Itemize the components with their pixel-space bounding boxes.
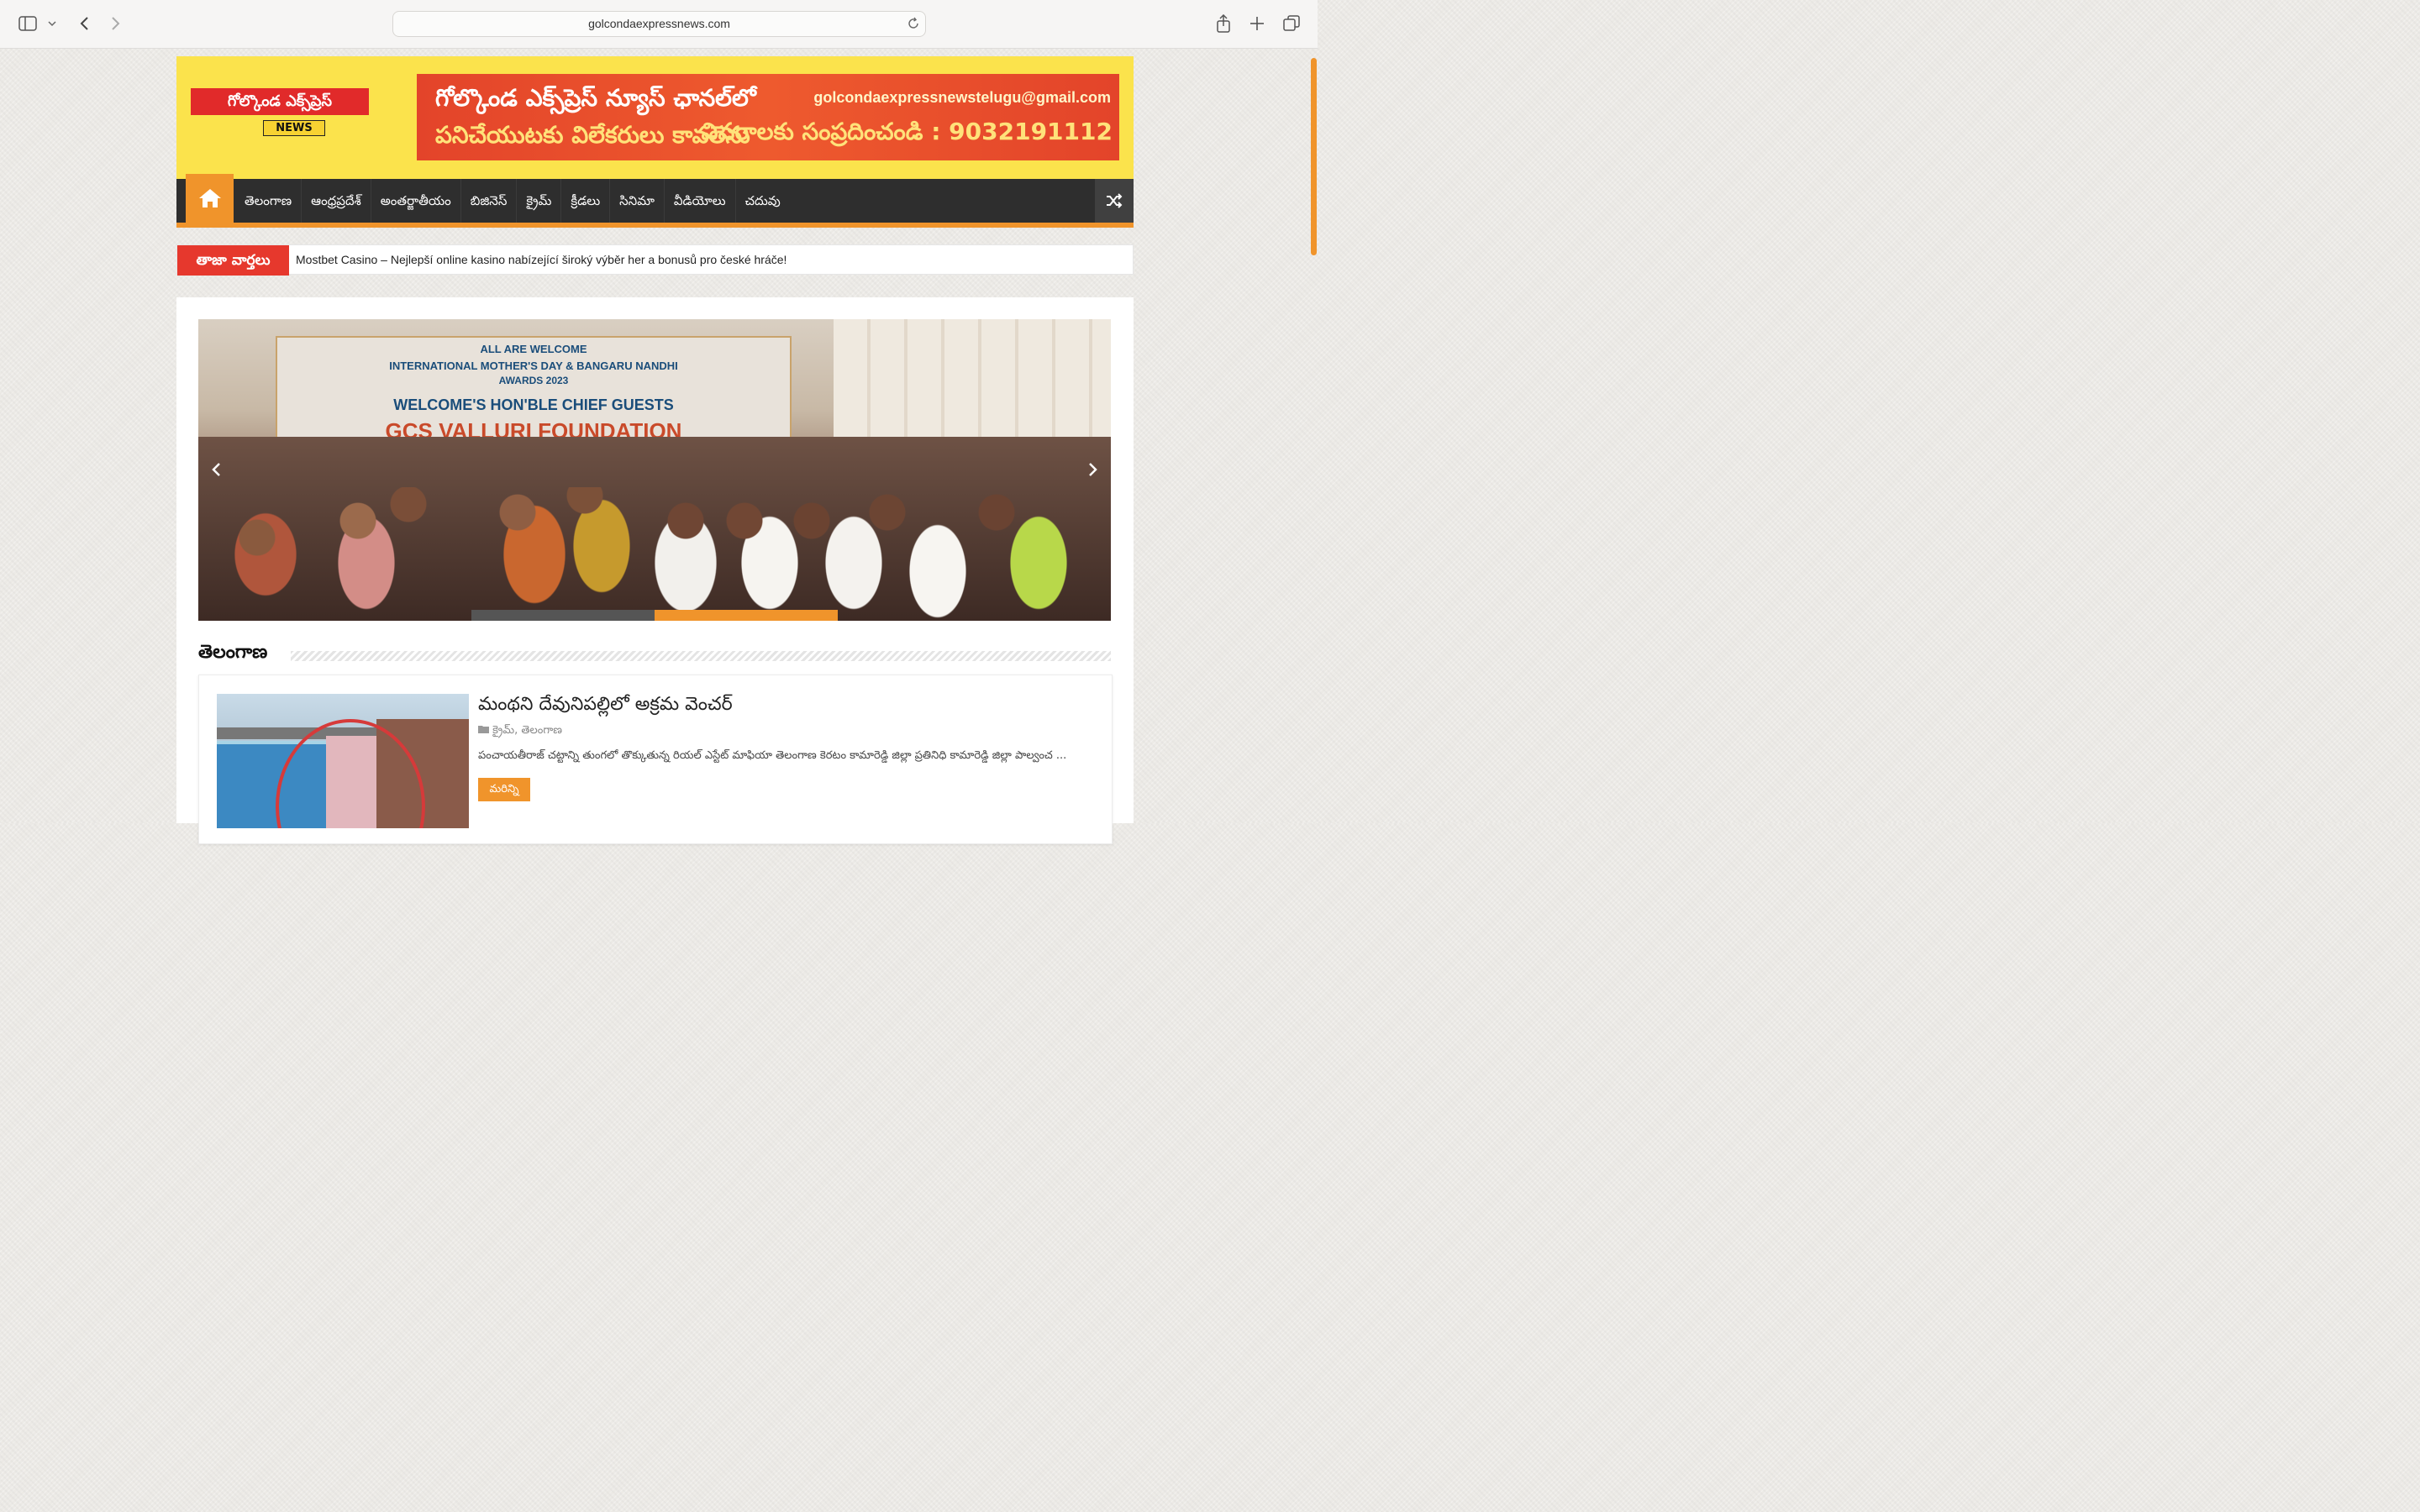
read-more-button[interactable]: మరిన్ని (478, 778, 530, 801)
logo-title: గోల్కొండ ఎక్స్‌ప్రెస్ (191, 88, 369, 115)
featured-slider[interactable]: ALL ARE WELCOME INTERNATIONAL MOTHER'S D… (198, 319, 1111, 621)
address-bar[interactable]: golcondaexpressnews.com (392, 11, 926, 37)
page-scrollbar[interactable] (1310, 48, 1318, 823)
scrollbar-thumb[interactable] (1311, 58, 1317, 255)
site-container: గోల్కొండ ఎక్స్‌ప్రెస్ NEWS గోల్కొండ ఎక్స… (176, 48, 1134, 844)
chevron-down-icon[interactable] (42, 12, 62, 35)
banner-phone: వివరాలకు సంప్రదించండి : 9032191112 (701, 118, 1113, 145)
nav-item-international[interactable]: అంతర్జాతీయం (371, 179, 461, 223)
nav-item-sports[interactable]: క్రీడలు (561, 179, 611, 223)
slider-prev-icon[interactable] (207, 460, 225, 479)
nav-menu: తెలంగాణ ఆంధ్రప్రదేశ్ అంతర్జాతీయం బిజినెస… (235, 179, 790, 223)
slider-dot-1[interactable] (471, 610, 655, 621)
backdrop-line2: INTERNATIONAL MOTHER'S DAY & BANGARU NAN… (389, 360, 678, 372)
nav-item-andhrapradesh[interactable]: ఆంధ్రప్రదేశ్ (302, 179, 371, 223)
section-title[interactable]: తెలంగాణ (198, 642, 276, 667)
url-text: golcondaexpressnews.com (588, 17, 730, 30)
shuffle-icon[interactable] (1095, 179, 1134, 223)
slider-next-icon[interactable] (1084, 460, 1102, 479)
ticker-label: తాజా వార్తలు (177, 245, 289, 276)
browser-toolbar: golcondaexpressnews.com (0, 0, 1318, 49)
post-categories[interactable]: క్రైమ్, తెలంగాణ (492, 724, 562, 737)
logo-news-label: NEWS (263, 120, 325, 136)
post-excerpt: పంచాయతీరాజ్ చట్టాన్ని తుంగలో తొక్కుతున్న… (478, 749, 1067, 762)
forward-icon[interactable] (104, 12, 128, 35)
header-ad-banner[interactable]: గోల్కొండ ఎక్స్‌ప్రెస్ న్యూస్ ఛానల్‌లో పన… (417, 74, 1119, 160)
slider-pagination (471, 610, 838, 621)
nav-item-business[interactable]: బిజినెస్ (461, 179, 518, 223)
backdrop-line4: WELCOME'S HON'BLE CHIEF GUESTS (393, 396, 674, 413)
slide-photo-faces (198, 487, 1111, 621)
ticker-headline[interactable]: Mostbet Casino – Nejlepší online kasino … (296, 245, 786, 275)
tabs-icon[interactable] (1280, 12, 1303, 35)
nav-item-telangana[interactable]: తెలంగాణ (235, 179, 302, 223)
back-icon[interactable] (72, 12, 96, 35)
home-icon[interactable] (186, 174, 234, 223)
main-content: ALL ARE WELCOME INTERNATIONAL MOTHER'S D… (176, 297, 1134, 844)
share-icon[interactable] (1212, 12, 1235, 35)
slide-photo-crowd (198, 437, 1111, 621)
site-logo[interactable]: గోల్కొండ ఎక్స్‌ప్రెస్ NEWS (191, 88, 369, 136)
backdrop-line3: AWARDS 2023 (498, 375, 569, 386)
site-header: గోల్కొండ ఎక్స్‌ప్రెస్ NEWS గోల్కొండ ఎక్స… (176, 56, 1134, 179)
section-header: తెలంగాణ (198, 642, 1111, 667)
nav-item-cinema[interactable]: సినిమా (610, 179, 665, 223)
nav-item-videos[interactable]: వీడియోలు (665, 179, 736, 223)
banner-line1: గోల్కొండ ఎక్స్‌ప్రెస్ న్యూస్ ఛానల్‌లో (435, 84, 756, 112)
post-meta: క్రైమ్, తెలంగాణ (478, 724, 562, 739)
sidebar-icon[interactable] (16, 12, 39, 35)
banner-email: golcondaexpressnewstelugu@gmail.com (813, 89, 1111, 106)
post-card: మంథని దేవునిపల్లిలో అక్రమ వెంచర్ క్రైమ్,… (198, 675, 1113, 844)
reload-icon[interactable] (907, 17, 920, 30)
post-thumbnail[interactable] (217, 694, 469, 828)
main-nav: తెలంగాణ ఆంధ్రప్రదేశ్ అంతర్జాతీయం బిజినెస… (176, 174, 1134, 228)
nav-item-crime[interactable]: క్రైమ్ (517, 179, 562, 223)
section-title-stripes (291, 651, 1111, 661)
folder-icon (478, 726, 489, 733)
post-title[interactable]: మంథని దేవునిపల్లిలో అక్రమ వెంచర్ (478, 694, 733, 719)
nav-item-education[interactable]: చదువు (736, 179, 790, 223)
breaking-news-ticker: తాజా వార్తలు Mostbet Casino – Nejlepší o… (176, 244, 1134, 276)
backdrop-line1: ALL ARE WELCOME (480, 343, 587, 355)
new-tab-icon[interactable] (1245, 12, 1269, 35)
slider-dot-2[interactable] (655, 610, 838, 621)
